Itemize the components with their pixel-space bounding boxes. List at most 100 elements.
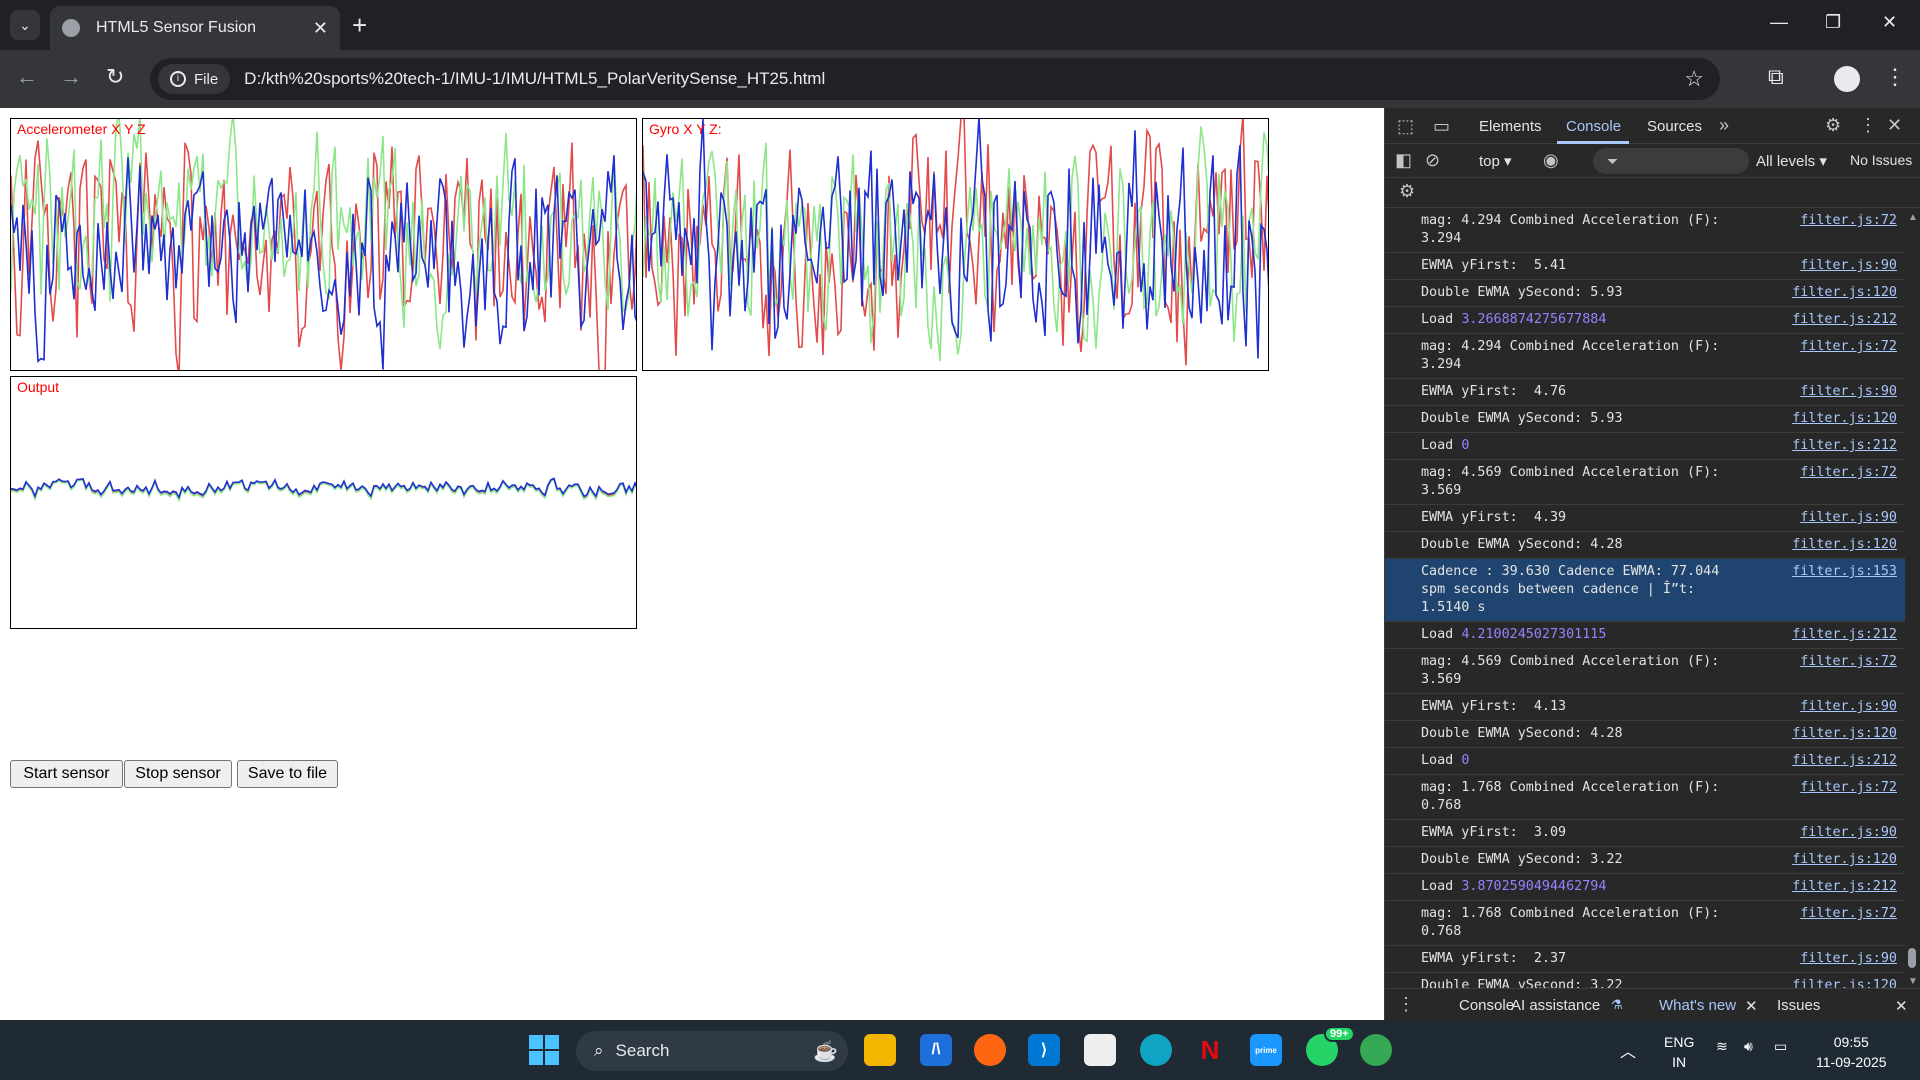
- windows-start-icon[interactable]: [528, 1034, 560, 1066]
- console-log-row[interactable]: EWMA yFirst: 3.09 filter.js:90: [1385, 820, 1905, 847]
- console-log-row[interactable]: Load 3.8702590494462794 filter.js:212: [1385, 874, 1905, 901]
- scroll-up-arrow-icon[interactable]: ▲: [1908, 212, 1918, 223]
- minimize-icon[interactable]: —: [1770, 12, 1788, 33]
- console-log-row[interactable]: EWMA yFirst: 5.41 filter.js:90: [1385, 253, 1905, 280]
- scrollbar-thumb[interactable]: [1908, 948, 1916, 968]
- log-source-link[interactable]: filter.js:120: [1792, 536, 1897, 554]
- drawer-tab-whats-new[interactable]: What's new: [1659, 997, 1736, 1014]
- drawer-tab-issues[interactable]: Issues: [1777, 997, 1820, 1014]
- log-source-link[interactable]: filter.js:212: [1792, 437, 1897, 455]
- inspect-element-icon[interactable]: ⬚: [1397, 116, 1414, 137]
- console-settings-gear-icon[interactable]: ⚙: [1399, 181, 1415, 202]
- log-source-link[interactable]: filter.js:120: [1792, 851, 1897, 869]
- console-log-row[interactable]: Double EWMA ySecond: 5.93 filter.js:120: [1385, 406, 1905, 433]
- taskbar-search[interactable]: ⌕ Search ☕: [576, 1031, 848, 1071]
- close-drawer-icon[interactable]: ✕: [1895, 997, 1908, 1015]
- microsoft-store-icon[interactable]: [1084, 1034, 1116, 1066]
- device-toolbar-icon[interactable]: ▭: [1433, 116, 1450, 137]
- tray-overflow-chevron-icon[interactable]: ︿: [1620, 1038, 1636, 1062]
- log-source-link[interactable]: filter.js:90: [1800, 824, 1897, 842]
- console-log-row[interactable]: mag: 4.294 Combined Acceleration (F): 3.…: [1385, 208, 1905, 253]
- issues-count[interactable]: No Issues: [1850, 152, 1912, 168]
- tab-console[interactable]: Console: [1566, 118, 1621, 135]
- console-log-row[interactable]: mag: 1.768 Combined Acceleration (F): 0.…: [1385, 901, 1905, 946]
- prime-video-icon[interactable]: prime: [1250, 1034, 1282, 1066]
- log-source-link[interactable]: filter.js:72: [1800, 338, 1897, 356]
- tab-close-icon[interactable]: ✕: [313, 18, 328, 39]
- tab-sources[interactable]: Sources: [1647, 118, 1702, 135]
- console-log-row[interactable]: Load 0 filter.js:212: [1385, 433, 1905, 460]
- battery-icon[interactable]: ▭: [1774, 1038, 1787, 1055]
- log-source-link[interactable]: filter.js:90: [1800, 509, 1897, 527]
- log-source-link[interactable]: filter.js:72: [1800, 212, 1897, 230]
- console-log-row[interactable]: Double EWMA ySecond: 5.93 filter.js:120: [1385, 280, 1905, 307]
- volume-icon[interactable]: 🔊︎: [1744, 1038, 1753, 1055]
- console-log-row[interactable]: Double EWMA ySecond: 3.22 filter.js:120: [1385, 847, 1905, 874]
- more-tabs-icon[interactable]: »: [1719, 115, 1729, 136]
- firefox-icon[interactable]: [974, 1034, 1006, 1066]
- log-source-link[interactable]: filter.js:120: [1792, 725, 1897, 743]
- url-text[interactable]: D:/kth%20sports%20tech-1/IMU-1/IMU/HTML5…: [244, 69, 825, 89]
- close-devtools-icon[interactable]: ✕: [1887, 115, 1902, 136]
- log-source-link[interactable]: filter.js:120: [1792, 410, 1897, 428]
- log-source-link[interactable]: filter.js:72: [1800, 653, 1897, 671]
- log-source-link[interactable]: filter.js:153: [1792, 563, 1897, 581]
- log-source-link[interactable]: filter.js:72: [1800, 464, 1897, 482]
- stop-sensor-button[interactable]: Stop sensor: [124, 760, 232, 788]
- language-indicator[interactable]: ENG IN: [1664, 1032, 1694, 1072]
- console-log-row[interactable]: Load 3.2668874275677884 filter.js:212: [1385, 307, 1905, 334]
- vscode-icon[interactable]: ⟩: [1028, 1034, 1060, 1066]
- console-log-row[interactable]: Double EWMA ySecond: 4.28 filter.js:120: [1385, 532, 1905, 559]
- context-selector[interactable]: top ▾: [1479, 152, 1512, 170]
- log-source-link[interactable]: filter.js:212: [1792, 626, 1897, 644]
- console-log-row[interactable]: EWMA yFirst: 4.39 filter.js:90: [1385, 505, 1905, 532]
- browser-tab[interactable]: HTML5 Sensor Fusion ✕: [50, 6, 340, 50]
- wifi-icon[interactable]: ≋: [1716, 1038, 1728, 1055]
- window-close-icon[interactable]: ✕: [1882, 12, 1897, 33]
- scroll-down-arrow-icon[interactable]: ▼: [1908, 976, 1918, 987]
- live-expression-eye-icon[interactable]: ◉: [1543, 150, 1559, 171]
- devtools-menu-icon[interactable]: ⋮: [1859, 115, 1877, 136]
- drawer-tab-ai-assistance[interactable]: AI assistance: [1511, 997, 1600, 1014]
- whatsapp-icon[interactable]: 99+: [1306, 1026, 1355, 1066]
- settings-gear-icon[interactable]: ⚙: [1825, 115, 1841, 136]
- sidebar-toggle-icon[interactable]: ◧: [1395, 150, 1412, 171]
- console-log-row[interactable]: Cadence : 39.630 Cadence EWMA: 77.044 sp…: [1385, 559, 1905, 622]
- log-source-link[interactable]: filter.js:212: [1792, 878, 1897, 896]
- console-log-row[interactable]: mag: 4.569 Combined Acceleration (F): 3.…: [1385, 649, 1905, 694]
- drawer-tab-console[interactable]: Console: [1459, 997, 1514, 1014]
- restore-icon[interactable]: ❐: [1825, 12, 1841, 33]
- reload-icon[interactable]: ↻: [106, 64, 124, 90]
- console-log-row[interactable]: mag: 4.294 Combined Acceleration (F): 3.…: [1385, 334, 1905, 379]
- log-source-link[interactable]: filter.js:90: [1800, 698, 1897, 716]
- tab-elements[interactable]: Elements: [1479, 118, 1542, 135]
- log-source-link[interactable]: filter.js:72: [1800, 905, 1897, 923]
- console-log-row[interactable]: Load 0 filter.js:212: [1385, 748, 1905, 775]
- netflix-icon[interactable]: N: [1194, 1034, 1226, 1066]
- log-source-link[interactable]: filter.js:90: [1800, 257, 1897, 275]
- edge-icon[interactable]: [1140, 1034, 1172, 1066]
- app-icon[interactable]: /\: [920, 1034, 952, 1066]
- log-source-link[interactable]: filter.js:212: [1792, 752, 1897, 770]
- site-info-chip[interactable]: i File: [158, 64, 231, 94]
- bookmark-star-icon[interactable]: ☆: [1684, 66, 1704, 92]
- save-to-file-button[interactable]: Save to file: [237, 760, 338, 788]
- console-log-row[interactable]: mag: 4.569 Combined Acceleration (F): 3.…: [1385, 460, 1905, 505]
- new-tab-button[interactable]: +: [352, 10, 367, 41]
- start-sensor-button[interactable]: Start sensor: [10, 760, 123, 788]
- console-log-row[interactable]: mag: 1.768 Combined Acceleration (F): 0.…: [1385, 775, 1905, 820]
- back-icon[interactable]: ←: [16, 64, 38, 90]
- extensions-icon[interactable]: ⧉: [1768, 64, 1784, 90]
- log-levels-dropdown[interactable]: All levels ▾: [1756, 152, 1827, 170]
- console-log-row[interactable]: EWMA yFirst: 4.13 filter.js:90: [1385, 694, 1905, 721]
- tab-search-button[interactable]: ⌄: [10, 10, 40, 40]
- close-whats-new-icon[interactable]: ✕: [1745, 997, 1758, 1015]
- console-log-row[interactable]: EWMA yFirst: 2.37 filter.js:90: [1385, 946, 1905, 973]
- log-source-link[interactable]: filter.js:212: [1792, 311, 1897, 329]
- file-explorer-icon[interactable]: [864, 1034, 896, 1066]
- console-filter-input[interactable]: ⏷: [1593, 148, 1749, 174]
- clear-console-icon[interactable]: ⊘: [1425, 150, 1440, 171]
- forward-icon[interactable]: →: [60, 64, 82, 90]
- console-scrollbar[interactable]: ▲ ▼: [1904, 208, 1920, 996]
- profile-avatar[interactable]: [1834, 66, 1860, 92]
